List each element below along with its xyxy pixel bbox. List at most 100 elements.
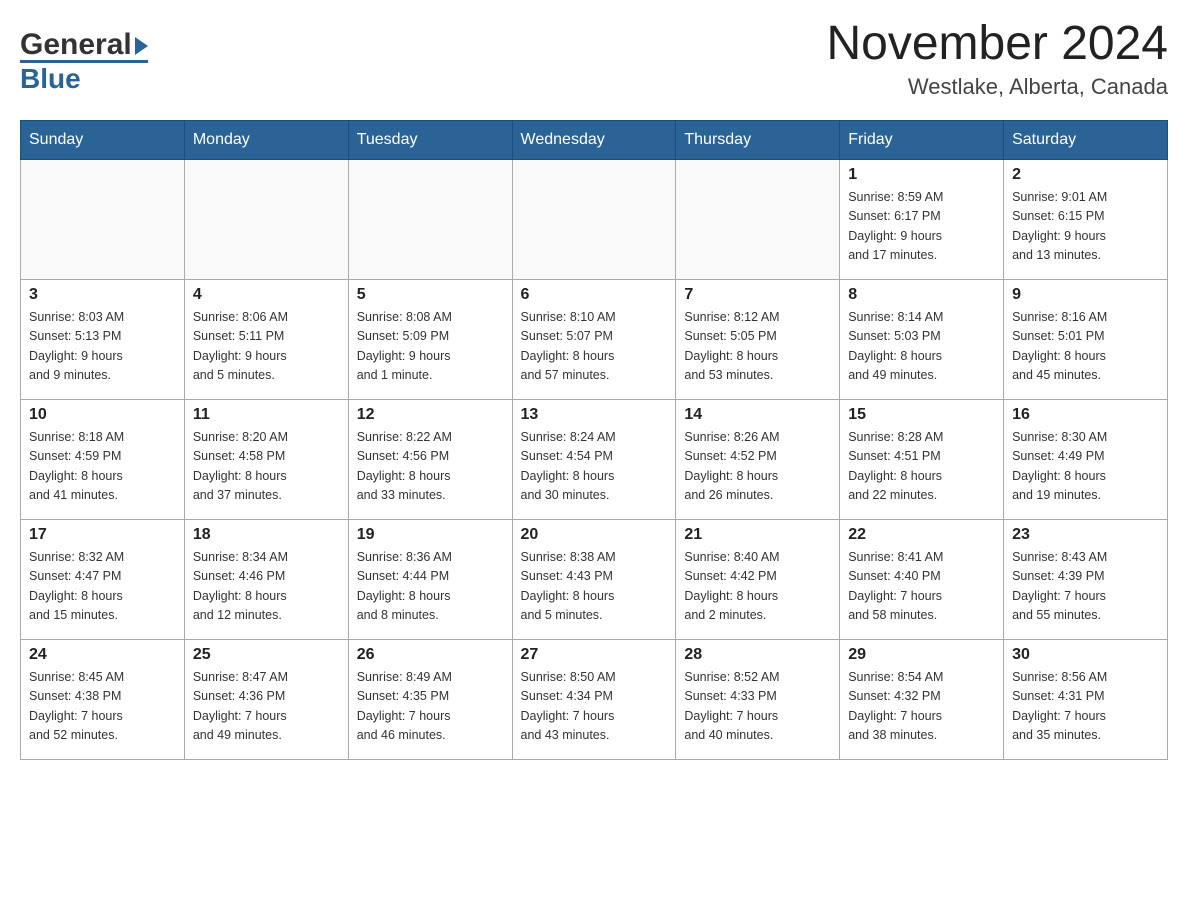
day-info: Sunrise: 8:10 AMSunset: 5:07 PMDaylight:… xyxy=(521,308,668,386)
day-number: 16 xyxy=(1012,406,1159,424)
calendar-cell xyxy=(348,160,512,280)
day-info: Sunrise: 8:47 AMSunset: 4:36 PMDaylight:… xyxy=(193,668,340,746)
day-info: Sunrise: 8:08 AMSunset: 5:09 PMDaylight:… xyxy=(357,308,504,386)
day-info: Sunrise: 8:43 AMSunset: 4:39 PMDaylight:… xyxy=(1012,548,1159,626)
day-number: 17 xyxy=(29,526,176,544)
day-info: Sunrise: 8:56 AMSunset: 4:31 PMDaylight:… xyxy=(1012,668,1159,746)
logo: General Blue xyxy=(20,30,148,95)
day-number: 30 xyxy=(1012,646,1159,664)
day-number: 24 xyxy=(29,646,176,664)
day-number: 23 xyxy=(1012,526,1159,544)
calendar-cell xyxy=(676,160,840,280)
day-info: Sunrise: 8:30 AMSunset: 4:49 PMDaylight:… xyxy=(1012,428,1159,506)
day-number: 19 xyxy=(357,526,504,544)
day-info: Sunrise: 8:36 AMSunset: 4:44 PMDaylight:… xyxy=(357,548,504,626)
calendar-cell: 22 Sunrise: 8:41 AMSunset: 4:40 PMDayligh… xyxy=(840,520,1004,640)
calendar-cell: 14 Sunrise: 8:26 AMSunset: 4:52 PMDayligh… xyxy=(676,400,840,520)
calendar-table: SundayMondayTuesdayWednesdayThursdayFrid… xyxy=(20,120,1168,760)
calendar-cell: 11Sunrise: 8:20 AMSunset: 4:58 PMDayligh… xyxy=(184,400,348,520)
logo-blue: Blue xyxy=(20,60,148,95)
calendar-cell: 29 Sunrise: 8:54 AMSunset: 4:32 PMDayligh… xyxy=(840,640,1004,760)
day-info: Sunrise: 8:16 AMSunset: 5:01 PMDaylight:… xyxy=(1012,308,1159,386)
day-number: 18 xyxy=(193,526,340,544)
calendar-cell: 30 Sunrise: 8:56 AMSunset: 4:31 PMDayligh… xyxy=(1004,640,1168,760)
calendar-cell: 19 Sunrise: 8:36 AMSunset: 4:44 PMDayligh… xyxy=(348,520,512,640)
day-number: 28 xyxy=(684,646,831,664)
day-info: Sunrise: 8:45 AMSunset: 4:38 PMDaylight:… xyxy=(29,668,176,746)
day-number: 20 xyxy=(521,526,668,544)
day-number: 4 xyxy=(193,286,340,304)
calendar-cell: 16 Sunrise: 8:30 AMSunset: 4:49 PMDayligh… xyxy=(1004,400,1168,520)
calendar-cell: 7 Sunrise: 8:12 AMSunset: 5:05 PMDaylight… xyxy=(676,280,840,400)
day-number: 21 xyxy=(684,526,831,544)
day-number: 22 xyxy=(848,526,995,544)
calendar-cell: 24 Sunrise: 8:45 AMSunset: 4:38 PMDayligh… xyxy=(21,640,185,760)
header-tuesday: Tuesday xyxy=(348,121,512,160)
calendar-cell: 13 Sunrise: 8:24 AMSunset: 4:54 PMDayligh… xyxy=(512,400,676,520)
calendar-week-3: 10 Sunrise: 8:18 AMSunset: 4:59 PMDayligh… xyxy=(21,400,1168,520)
day-info: Sunrise: 8:52 AMSunset: 4:33 PMDaylight:… xyxy=(684,668,831,746)
day-info: Sunrise: 8:40 AMSunset: 4:42 PMDaylight:… xyxy=(684,548,831,626)
day-number: 15 xyxy=(848,406,995,424)
header-friday: Friday xyxy=(840,121,1004,160)
month-title: November 2024 xyxy=(826,20,1168,68)
calendar-cell xyxy=(512,160,676,280)
day-number: 3 xyxy=(29,286,176,304)
day-number: 13 xyxy=(521,406,668,424)
day-number: 6 xyxy=(521,286,668,304)
calendar-cell: 26Sunrise: 8:49 AMSunset: 4:35 PMDayligh… xyxy=(348,640,512,760)
calendar-cell: 25 Sunrise: 8:47 AMSunset: 4:36 PMDayligh… xyxy=(184,640,348,760)
day-info: Sunrise: 8:14 AMSunset: 5:03 PMDaylight:… xyxy=(848,308,995,386)
day-number: 1 xyxy=(848,166,995,184)
calendar-cell: 12Sunrise: 8:22 AMSunset: 4:56 PMDayligh… xyxy=(348,400,512,520)
day-info: Sunrise: 8:03 AMSunset: 5:13 PMDaylight:… xyxy=(29,308,176,386)
day-number: 11 xyxy=(193,406,340,424)
day-number: 9 xyxy=(1012,286,1159,304)
day-info: Sunrise: 8:18 AMSunset: 4:59 PMDaylight:… xyxy=(29,428,176,506)
day-info: Sunrise: 8:34 AMSunset: 4:46 PMDaylight:… xyxy=(193,548,340,626)
calendar-cell: 9 Sunrise: 8:16 AMSunset: 5:01 PMDaylight… xyxy=(1004,280,1168,400)
day-number: 29 xyxy=(848,646,995,664)
day-info: Sunrise: 9:01 AMSunset: 6:15 PMDaylight:… xyxy=(1012,188,1159,266)
header-sunday: Sunday xyxy=(21,121,185,160)
day-info: Sunrise: 8:54 AMSunset: 4:32 PMDaylight:… xyxy=(848,668,995,746)
calendar-cell: 6 Sunrise: 8:10 AMSunset: 5:07 PMDaylight… xyxy=(512,280,676,400)
calendar-cell: 20 Sunrise: 8:38 AMSunset: 4:43 PMDayligh… xyxy=(512,520,676,640)
calendar-cell xyxy=(21,160,185,280)
day-number: 5 xyxy=(357,286,504,304)
calendar-cell: 3 Sunrise: 8:03 AMSunset: 5:13 PMDaylight… xyxy=(21,280,185,400)
calendar-cell: 10 Sunrise: 8:18 AMSunset: 4:59 PMDayligh… xyxy=(21,400,185,520)
day-number: 7 xyxy=(684,286,831,304)
header-wednesday: Wednesday xyxy=(512,121,676,160)
day-info: Sunrise: 8:32 AMSunset: 4:47 PMDaylight:… xyxy=(29,548,176,626)
calendar-week-5: 24 Sunrise: 8:45 AMSunset: 4:38 PMDayligh… xyxy=(21,640,1168,760)
calendar-week-4: 17 Sunrise: 8:32 AMSunset: 4:47 PMDayligh… xyxy=(21,520,1168,640)
calendar-cell: 28 Sunrise: 8:52 AMSunset: 4:33 PMDayligh… xyxy=(676,640,840,760)
day-info: Sunrise: 8:59 AMSunset: 6:17 PMDaylight:… xyxy=(848,188,995,266)
day-info: Sunrise: 8:26 AMSunset: 4:52 PMDaylight:… xyxy=(684,428,831,506)
day-number: 26 xyxy=(357,646,504,664)
day-number: 25 xyxy=(193,646,340,664)
logo-general: General xyxy=(20,30,148,60)
day-number: 2 xyxy=(1012,166,1159,184)
header-thursday: Thursday xyxy=(676,121,840,160)
calendar-cell: 5 Sunrise: 8:08 AMSunset: 5:09 PMDaylight… xyxy=(348,280,512,400)
day-number: 10 xyxy=(29,406,176,424)
calendar-week-2: 3 Sunrise: 8:03 AMSunset: 5:13 PMDaylight… xyxy=(21,280,1168,400)
day-info: Sunrise: 8:12 AMSunset: 5:05 PMDaylight:… xyxy=(684,308,831,386)
day-info: Sunrise: 8:50 AMSunset: 4:34 PMDaylight:… xyxy=(521,668,668,746)
day-number: 8 xyxy=(848,286,995,304)
day-info: Sunrise: 8:38 AMSunset: 4:43 PMDaylight:… xyxy=(521,548,668,626)
day-info: Sunrise: 8:28 AMSunset: 4:51 PMDaylight:… xyxy=(848,428,995,506)
calendar-cell xyxy=(184,160,348,280)
calendar-cell: 17 Sunrise: 8:32 AMSunset: 4:47 PMDayligh… xyxy=(21,520,185,640)
day-info: Sunrise: 8:24 AMSunset: 4:54 PMDaylight:… xyxy=(521,428,668,506)
calendar-cell: 8 Sunrise: 8:14 AMSunset: 5:03 PMDaylight… xyxy=(840,280,1004,400)
header-monday: Monday xyxy=(184,121,348,160)
day-number: 14 xyxy=(684,406,831,424)
calendar-week-1: 1 Sunrise: 8:59 AMSunset: 6:17 PMDaylight… xyxy=(21,160,1168,280)
location: Westlake, Alberta, Canada xyxy=(826,74,1168,100)
calendar-header-row: SundayMondayTuesdayWednesdayThursdayFrid… xyxy=(21,121,1168,160)
day-info: Sunrise: 8:41 AMSunset: 4:40 PMDaylight:… xyxy=(848,548,995,626)
calendar-cell: 4Sunrise: 8:06 AMSunset: 5:11 PMDaylight… xyxy=(184,280,348,400)
